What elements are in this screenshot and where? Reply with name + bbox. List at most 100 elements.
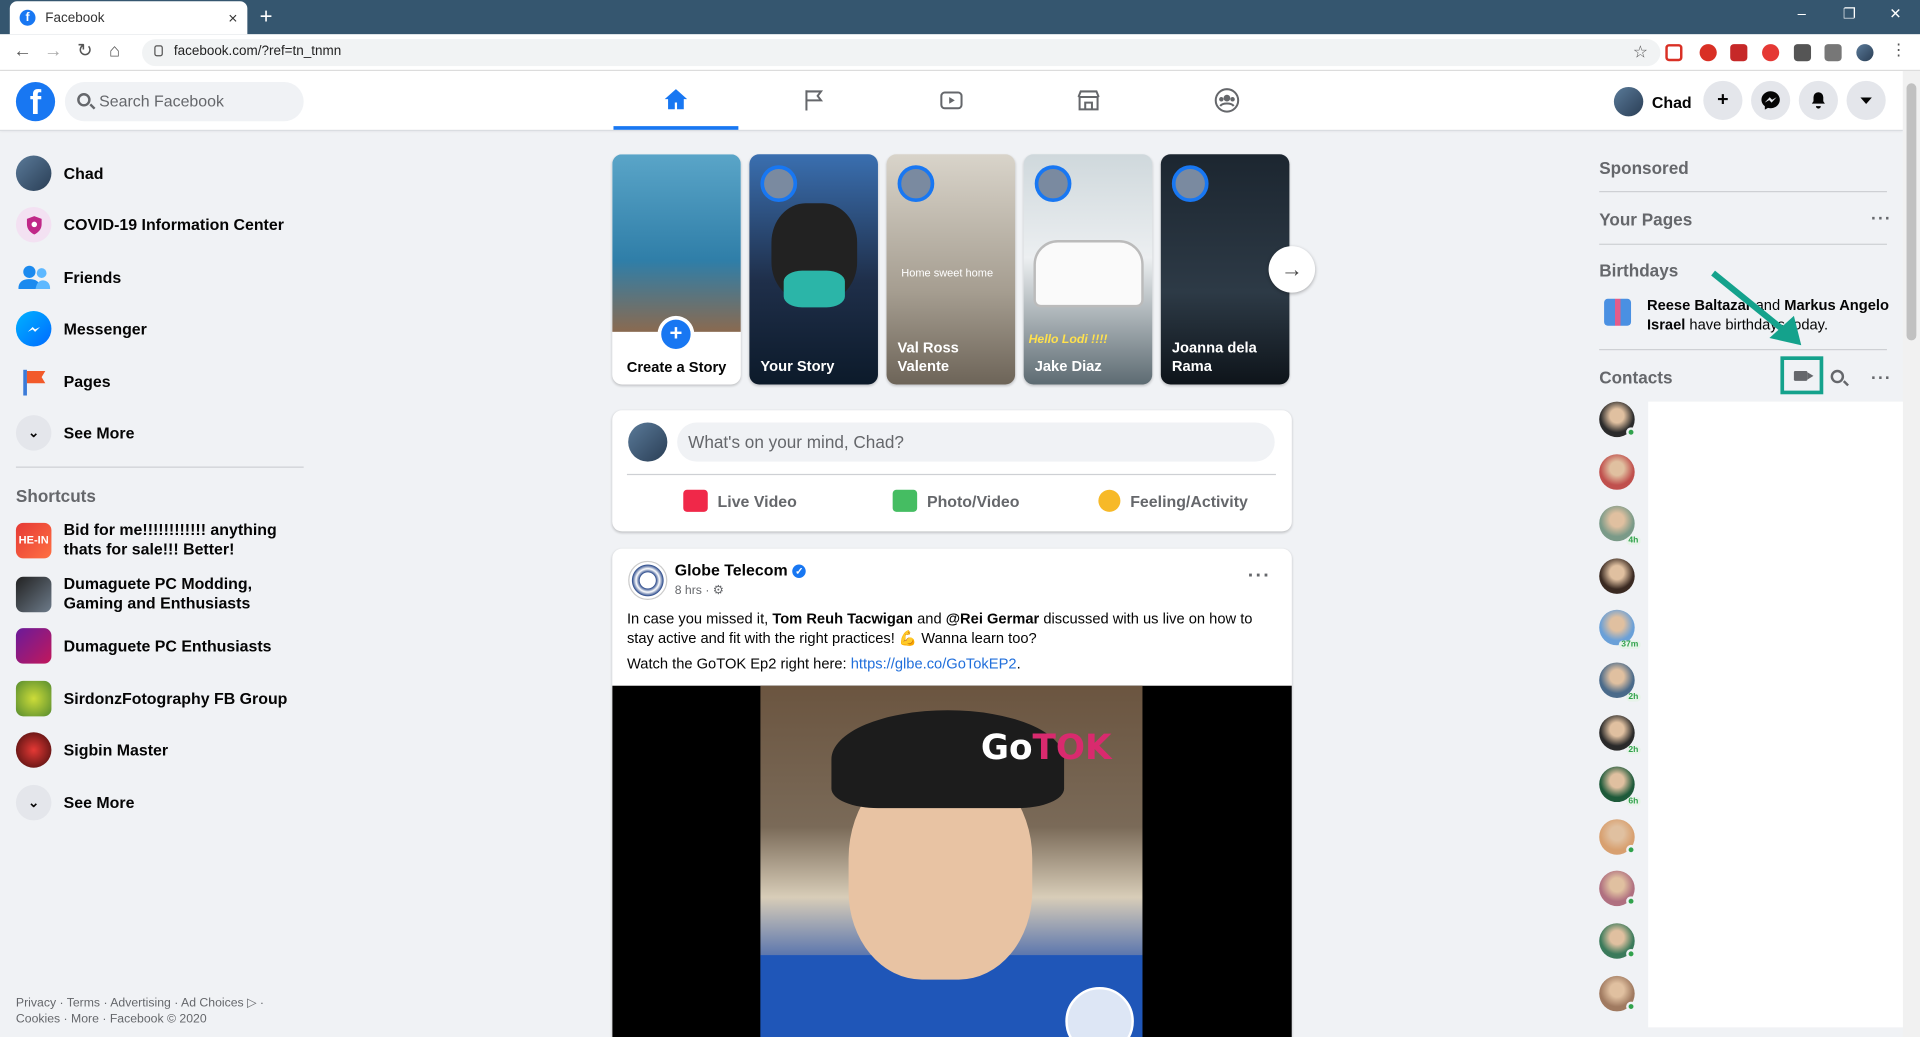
left-nav-pages[interactable]: Pages — [16, 364, 111, 400]
gmail-extension-icon[interactable] — [1665, 44, 1683, 62]
divider — [1599, 348, 1887, 351]
close-window-button[interactable]: ✕ — [1889, 5, 1901, 22]
story-card[interactable]: Your Story — [749, 154, 878, 385]
tab-watch[interactable] — [889, 71, 1014, 130]
facebook-logo-icon[interactable]: f — [15, 82, 56, 122]
browser-profile-avatar[interactable] — [1856, 44, 1874, 62]
lock-icon — [154, 45, 163, 57]
extension-icon[interactable] — [1762, 44, 1780, 62]
action-label: Photo/Video — [926, 491, 1020, 511]
contact-avatar[interactable]: 37m — [1599, 610, 1641, 650]
left-nav-profile[interactable]: Chad — [15, 155, 104, 192]
feeling-activity-button[interactable]: Feeling/Activity — [1098, 489, 1248, 512]
photo-video-button[interactable]: Photo/Video — [892, 489, 1020, 512]
post-author[interactable]: Globe Telecom ✓ — [675, 561, 807, 579]
contact-avatar[interactable] — [1599, 871, 1636, 907]
tab-title: Facebook — [45, 10, 105, 26]
contact-avatar[interactable] — [1599, 975, 1636, 1011]
bookmark-star-icon[interactable]: ☆ — [1633, 42, 1648, 63]
minimize-button[interactable]: – — [1798, 5, 1806, 22]
profile-shortcut[interactable]: Chad — [1613, 86, 1692, 117]
shortcut-item[interactable]: Dumaguete PC Modding, Gaming and Enthusi… — [15, 574, 296, 613]
mention-link[interactable]: Tom Reuh Tacwigan — [772, 610, 913, 627]
reading-list-icon[interactable] — [1824, 44, 1842, 62]
action-label: Feeling/Activity — [1130, 491, 1248, 511]
extension-icon[interactable] — [1730, 44, 1748, 62]
page-avatar[interactable] — [628, 560, 668, 601]
composer-placeholder: What's on your mind, Chad? — [688, 432, 904, 452]
contact-avatar[interactable] — [1599, 401, 1636, 438]
arrow-right-icon: → — [1280, 256, 1303, 282]
left-nav-friends[interactable]: Friends — [16, 260, 121, 296]
create-button[interactable]: + — [1703, 80, 1743, 121]
group-thumbnail — [15, 732, 52, 768]
contact-avatar[interactable]: 6h — [1599, 766, 1641, 806]
live-video-button[interactable]: Live Video — [683, 489, 797, 512]
tab-close-icon[interactable]: × — [228, 9, 237, 27]
tab-groups[interactable] — [1164, 71, 1289, 130]
shortcut-item[interactable]: Dumaguete PC Enthusiasts — [15, 628, 272, 664]
scrollbar[interactable] — [1902, 71, 1920, 1037]
contact-avatar[interactable]: 2h — [1599, 714, 1641, 754]
contact-avatar[interactable] — [1599, 818, 1636, 855]
shortcuts-see-more[interactable]: ⌄ See More — [15, 784, 134, 821]
new-tab-button[interactable]: + — [260, 5, 273, 27]
contact-avatar[interactable]: 2h — [1599, 662, 1641, 702]
your-pages-menu-button[interactable]: ··· — [1871, 208, 1892, 228]
extension-icon[interactable] — [1699, 44, 1717, 62]
browser-tab[interactable]: f Facebook × — [9, 1, 248, 35]
search-input[interactable]: Search Facebook — [64, 82, 304, 122]
account-menu-button[interactable] — [1846, 80, 1886, 121]
contact-avatar[interactable] — [1599, 453, 1635, 490]
extensions-puzzle-icon[interactable] — [1793, 44, 1812, 62]
contact-avatar[interactable]: 4h — [1599, 505, 1641, 546]
post-link[interactable]: https://glbe.co/GoTokEP2 — [851, 655, 1017, 672]
smiley-icon — [1098, 489, 1121, 512]
story-card[interactable]: Home sweet home Val Ross Valente — [886, 154, 1016, 385]
reload-icon[interactable]: ↻ — [77, 41, 92, 62]
shortcut-item[interactable]: HE-IN Bid for me!!!!!!!!!!!! anything th… — [15, 520, 296, 559]
contacts-menu-button[interactable]: ··· — [1871, 367, 1892, 387]
left-nav-label: COVID-19 Information Center — [63, 214, 284, 234]
mention-link[interactable]: @Rei Germar — [946, 610, 1040, 627]
notifications-button[interactable] — [1798, 80, 1838, 121]
tab-home[interactable] — [613, 71, 739, 130]
tab-marketplace[interactable] — [1026, 71, 1151, 130]
divider — [626, 473, 1276, 476]
post-composer: What's on your mind, Chad? Live Video Ph… — [612, 410, 1292, 532]
stories-next-button[interactable]: → — [1268, 246, 1316, 293]
brand-text: Go — [980, 727, 1033, 768]
story-label: Create a Story — [626, 358, 727, 376]
post-video[interactable]: GoTOK — [612, 685, 1292, 1037]
left-nav-label: Chad — [63, 163, 104, 182]
shortcut-item[interactable]: SirdonzFotography FB Group — [15, 680, 287, 717]
marketplace-store-icon — [1077, 90, 1100, 111]
contact-avatar[interactable] — [1599, 558, 1635, 594]
search-icon[interactable] — [1830, 369, 1845, 384]
browser-menu-icon[interactable]: ⋮ — [1891, 40, 1907, 58]
address-bar[interactable]: facebook.com/?ref=tn_tnmn ☆ — [142, 39, 1661, 67]
shortcut-item[interactable]: Sigbin Master — [15, 732, 168, 768]
post-time[interactable]: 8 hrs · ⚙ — [675, 584, 724, 597]
last-active-badge: 37m — [1618, 640, 1641, 650]
shortcut-label: Dumaguete PC Enthusiasts — [63, 636, 272, 655]
forward-icon[interactable]: → — [44, 41, 62, 62]
left-nav-messenger[interactable]: Messenger — [15, 311, 147, 347]
new-room-button[interactable] — [1780, 356, 1824, 395]
maximize-button[interactable]: ❐ — [1843, 5, 1856, 22]
composer-input[interactable]: What's on your mind, Chad? — [677, 422, 1275, 462]
your-pages-heading: Your Pages — [1599, 209, 1693, 229]
post-menu-button[interactable]: ··· — [1248, 566, 1271, 588]
contact-avatar[interactable] — [1599, 923, 1636, 959]
left-nav-see-more[interactable]: ⌄ See More — [15, 415, 134, 451]
home-icon[interactable]: ⌂ — [109, 41, 120, 62]
back-icon[interactable]: ← — [13, 41, 31, 62]
left-nav-covid[interactable]: COVID-19 Information Center — [15, 206, 284, 243]
story-create[interactable]: + Create a Story — [612, 154, 741, 385]
messenger-button[interactable] — [1751, 80, 1791, 121]
scrollbar-thumb[interactable] — [1906, 83, 1917, 341]
story-card[interactable]: Hello Lodi !!!! Jake Diaz — [1023, 154, 1153, 385]
tab-pages[interactable] — [752, 71, 877, 130]
brand-text: TOK — [1032, 727, 1112, 768]
footer-links[interactable]: Privacy · Terms · Advertising · Ad Choic… — [16, 996, 298, 1028]
